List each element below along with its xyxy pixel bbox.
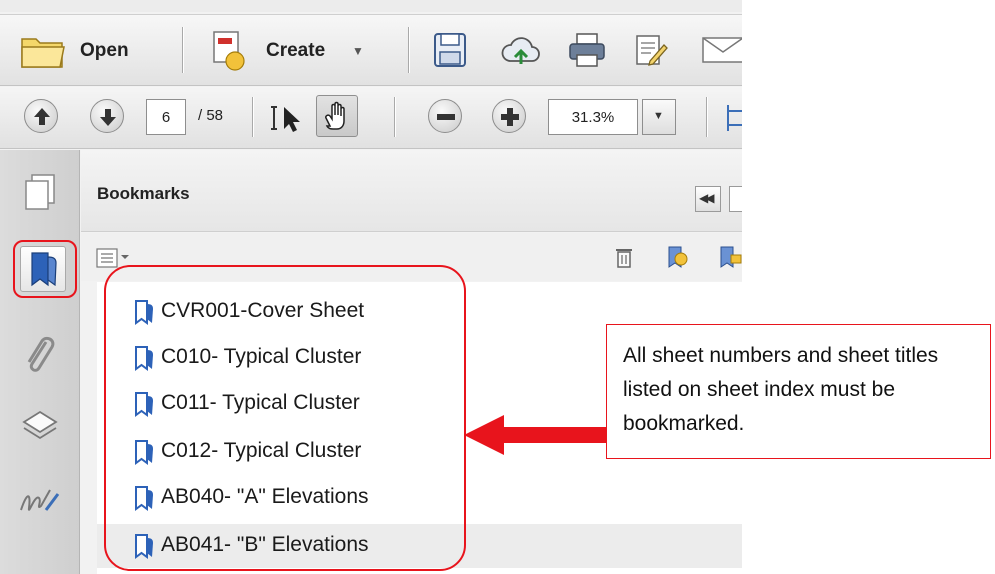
page-up-icon xyxy=(34,108,50,125)
panel-options-button[interactable] xyxy=(729,186,742,212)
signature-icon[interactable] xyxy=(18,486,62,518)
zoom-dropdown-button[interactable]: ▼ xyxy=(642,99,676,135)
page-number-input[interactable]: 6 xyxy=(146,99,186,135)
zoom-in-button[interactable] xyxy=(492,99,526,133)
create-label: Create xyxy=(266,40,326,61)
page-down-button[interactable] xyxy=(90,99,124,133)
highlight-circle-bookmarks-icon xyxy=(13,240,77,298)
chevron-down-icon: ▼ xyxy=(653,110,664,122)
navigation-toolbar: 6 / 58 31.3% ▼ xyxy=(0,87,742,149)
navigation-pane xyxy=(0,150,80,574)
zoom-level-input[interactable]: 31.3% xyxy=(548,99,638,135)
select-cursor-icon[interactable] xyxy=(268,101,308,135)
toolbar-divider xyxy=(394,97,395,137)
layers-icon[interactable] xyxy=(20,406,60,446)
toolbar-divider xyxy=(408,27,409,73)
panel-title: Bookmarks xyxy=(97,184,190,203)
bookmarks-panel-header: Bookmarks ◀◀ xyxy=(81,150,742,232)
callout-text: All sheet numbers and sheet titles liste… xyxy=(623,344,939,435)
page-thumbnails-icon[interactable] xyxy=(22,172,60,212)
zoom-out-icon xyxy=(437,114,455,120)
main-toolbar: Open Create ▼ xyxy=(0,14,742,86)
delete-bookmark-icon[interactable] xyxy=(613,245,635,269)
page-up-button[interactable] xyxy=(24,99,58,133)
create-pdf-icon xyxy=(213,31,245,71)
collapse-panel-icon: ◀◀ xyxy=(699,191,715,205)
toolbar-divider xyxy=(706,97,707,137)
save-icon[interactable] xyxy=(432,31,468,69)
folder-icon xyxy=(21,38,65,68)
annotation-arrow-icon xyxy=(464,415,608,455)
chevron-down-icon: ▼ xyxy=(352,44,364,58)
zoom-in-icon xyxy=(501,108,519,126)
toolbar-divider xyxy=(252,97,253,137)
bookmark-tool-icon[interactable] xyxy=(717,245,742,269)
toolbar-divider xyxy=(182,27,183,73)
attachment-paperclip-icon[interactable] xyxy=(22,334,58,380)
hand-tool-icon xyxy=(325,101,345,130)
collapse-panel-button[interactable]: ◀◀ xyxy=(695,186,721,212)
menu-bar xyxy=(0,0,742,12)
fit-page-icon[interactable] xyxy=(724,101,742,135)
annotation-callout: All sheet numbers and sheet titles liste… xyxy=(606,324,991,459)
menu-item-file[interactable] xyxy=(14,0,15,9)
cloud-upload-icon[interactable] xyxy=(500,31,542,69)
zoom-out-button[interactable] xyxy=(428,99,462,133)
page-total-label: / 58 xyxy=(198,107,224,124)
email-icon[interactable] xyxy=(700,35,742,65)
page-down-icon xyxy=(100,109,116,126)
highlight-circle-bookmark-list xyxy=(104,265,466,571)
new-bookmark-icon[interactable] xyxy=(665,245,689,269)
open-label: Open xyxy=(80,40,129,61)
print-icon[interactable] xyxy=(566,31,608,69)
create-button[interactable]: Create ▼ xyxy=(208,29,388,73)
open-button[interactable]: Open xyxy=(20,31,160,71)
hand-tool-button[interactable] xyxy=(316,95,358,137)
edit-icon[interactable] xyxy=(632,31,670,69)
